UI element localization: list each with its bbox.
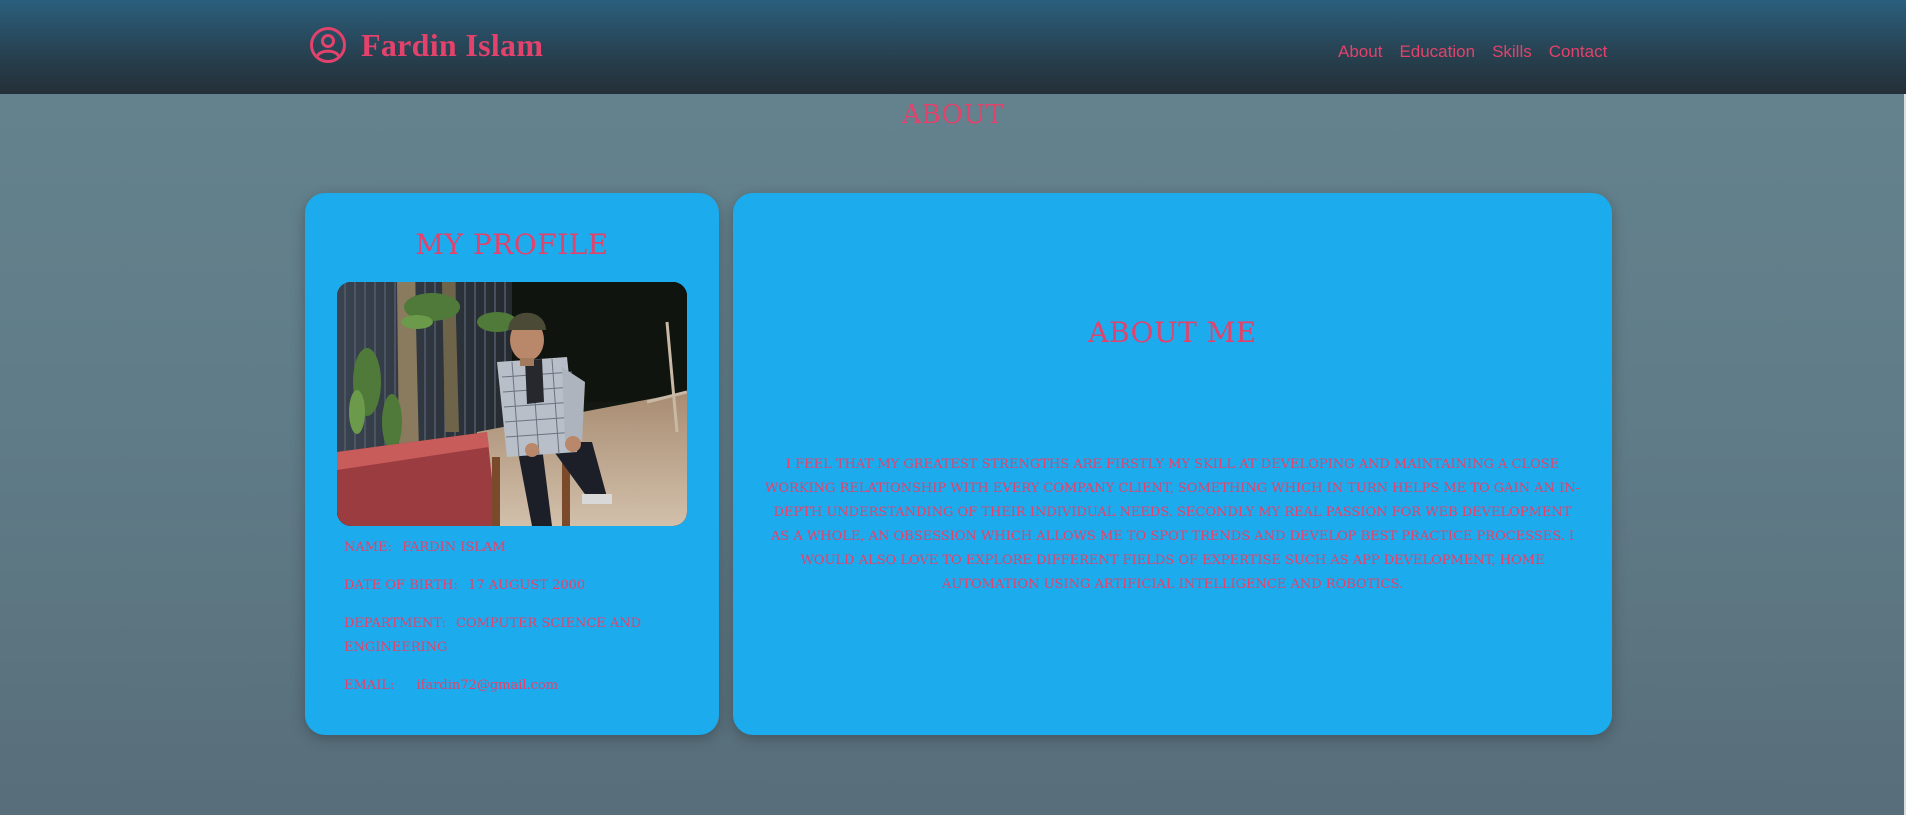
user-circle-icon (309, 26, 347, 64)
about-card: ABOUT ME I FEEL THAT MY GREATEST STRENGT… (733, 193, 1612, 735)
nav-links: About Education Skills Contact (1338, 42, 1607, 62)
nav-link-education[interactable]: Education (1399, 42, 1475, 62)
navbar: Fardin Islam About Education Skills Cont… (0, 0, 1906, 94)
profile-photo (337, 282, 687, 526)
profile-heading: MY PROFILE (415, 228, 609, 261)
profile-dob-value: 17 AUGUST 2000 (467, 578, 586, 593)
nav-link-skills[interactable]: Skills (1492, 42, 1532, 62)
nav-link-contact[interactable]: Contact (1549, 42, 1608, 62)
profile-name-label: NAME: (344, 540, 392, 555)
about-heading: ABOUT ME (1088, 316, 1257, 349)
profile-name-value: FARDIN ISLAM (402, 540, 506, 555)
profile-dob-label: DATE OF BIRTH: (344, 578, 458, 593)
profile-dept-row: DEPARTMENT: COMPUTER SCIENCE AND ENGINEE… (344, 612, 684, 660)
nav-link-about[interactable]: About (1338, 42, 1382, 62)
profile-email-row: EMAIL: ifardin72@gmail.com (344, 674, 684, 698)
profile-card: MY PROFILE NAME: FARDIN ISLAM DATE OF BI… (305, 193, 719, 735)
brand[interactable]: Fardin Islam (309, 26, 543, 64)
page-title: ABOUT (902, 100, 1004, 130)
profile-name-row: NAME: FARDIN ISLAM (344, 536, 684, 560)
brand-name: Fardin Islam (361, 26, 544, 63)
profile-email-value: ifardin72@gmail.com (416, 678, 559, 693)
profile-info: NAME: FARDIN ISLAM DATE OF BIRTH: 17 AUG… (344, 536, 684, 712)
profile-dob-row: DATE OF BIRTH: 17 AUGUST 2000 (344, 574, 684, 598)
profile-email-label: EMAIL: (344, 678, 395, 693)
profile-dept-label: DEPARTMENT: (344, 616, 446, 631)
about-text: I FEEL THAT MY GREATEST STRENGTHS ARE FI… (765, 457, 1580, 592)
